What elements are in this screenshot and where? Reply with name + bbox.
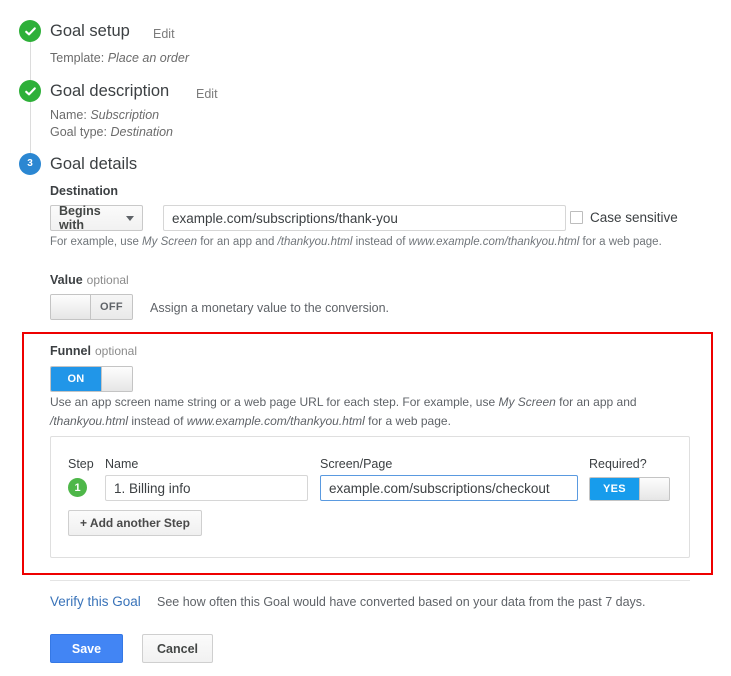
stepper-connector-2 [30,100,31,156]
case-sensitive-checkbox[interactable] [570,211,583,224]
step-2-goaltype-label: Goal type: [50,125,107,139]
step-1-template-label: Template: [50,51,105,65]
funnel-helper-a: Use an app screen name string or a web p… [50,395,499,409]
funnel-label-text: Funnel [50,344,91,358]
dest-helper-e: instead of [352,236,409,248]
funnel-step-screen-page-input[interactable] [320,475,578,501]
funnel-toggle[interactable]: ON [50,366,133,392]
value-optional-tag: optional [86,273,129,287]
step-3-number-badge: 3 [19,153,41,175]
step-3-number: 3 [27,158,33,169]
dest-helper-d: /thankyou.html [277,236,353,248]
step-3-title: Goal details [50,155,138,173]
funnel-helper-e: instead of [128,414,187,428]
step-2-complete-check-icon [19,80,41,102]
verify-goal-link[interactable]: Verify this Goal [50,594,141,609]
funnel-toggle-state: ON [51,367,101,391]
value-toggle-state: OFF [91,295,132,319]
funnel-toggle-knob [101,367,132,391]
step-2-name-label: Name: [50,108,87,122]
funnel-helper-text: Use an app screen name string or a web p… [50,393,675,431]
funnel-optional-tag: optional [94,344,138,358]
destination-helper-text: For example, use My Screen for an app an… [50,236,662,248]
add-another-step-button[interactable]: + Add another Step [68,510,202,536]
verify-goal-note: See how often this Goal would have conve… [157,595,646,609]
step-2-goaltype-value: Destination [110,125,174,139]
column-header-screen-page: Screen/Page [320,457,393,471]
cancel-button[interactable]: Cancel [142,634,213,663]
funnel-helper-g: for a web page. [364,414,451,428]
step-1-template-line: Template: Place an order [50,51,189,65]
funnel-helper-f: www.example.com/thankyou.html [186,414,365,428]
step-2-goaltype-line: Goal type: Destination [50,125,173,139]
column-header-required: Required? [589,457,647,471]
save-button[interactable]: Save [50,634,123,663]
match-type-select[interactable]: Begins with [50,204,143,232]
funnel-label: Funnel optional [50,344,137,358]
step-1-template-value: Place an order [107,51,189,65]
step-2-name-value: Subscription [90,108,160,122]
funnel-step-required-toggle[interactable]: YES [589,477,670,501]
value-description: Assign a monetary value to the conversio… [150,301,390,315]
funnel-step-name-input[interactable] [105,475,308,501]
chevron-down-icon [126,215,134,221]
required-toggle-state: YES [590,478,639,500]
dest-helper-c: for an app and [197,236,278,248]
destination-url-input[interactable] [163,205,566,231]
funnel-helper-d: /thankyou.html [50,414,129,428]
case-sensitive-label: Case sensitive [590,210,678,225]
dest-helper-g: for a web page. [579,236,662,248]
funnel-helper-c: for an app and [555,395,637,409]
section-divider [50,580,690,581]
required-toggle-knob [639,478,669,500]
column-header-name: Name [105,457,139,471]
value-label-text: Value [50,273,83,287]
value-toggle-knob [51,295,91,319]
step-2-title: Goal description [50,82,170,100]
step-1-edit-link[interactable]: Edit [153,27,175,41]
destination-label: Destination [50,184,119,198]
step-1-title: Goal setup [50,22,130,40]
goal-setup-page: Goal setup Edit Template: Place an order… [0,0,731,676]
step-2-name-line: Name: Subscription [50,108,159,122]
step-2-edit-link[interactable]: Edit [196,87,218,101]
value-label: Value optional [50,273,129,287]
step-1-complete-check-icon [19,20,41,42]
column-header-step: Step [68,457,94,471]
table-row-step-badge: 1 [68,478,87,497]
dest-helper-a: For example, use [50,236,143,248]
value-toggle[interactable]: OFF [50,294,133,320]
match-type-value: Begins with [59,204,101,232]
dest-helper-b: My Screen [142,236,198,248]
funnel-helper-b: My Screen [498,395,556,409]
dest-helper-f: www.example.com/thankyou.html [408,236,580,248]
